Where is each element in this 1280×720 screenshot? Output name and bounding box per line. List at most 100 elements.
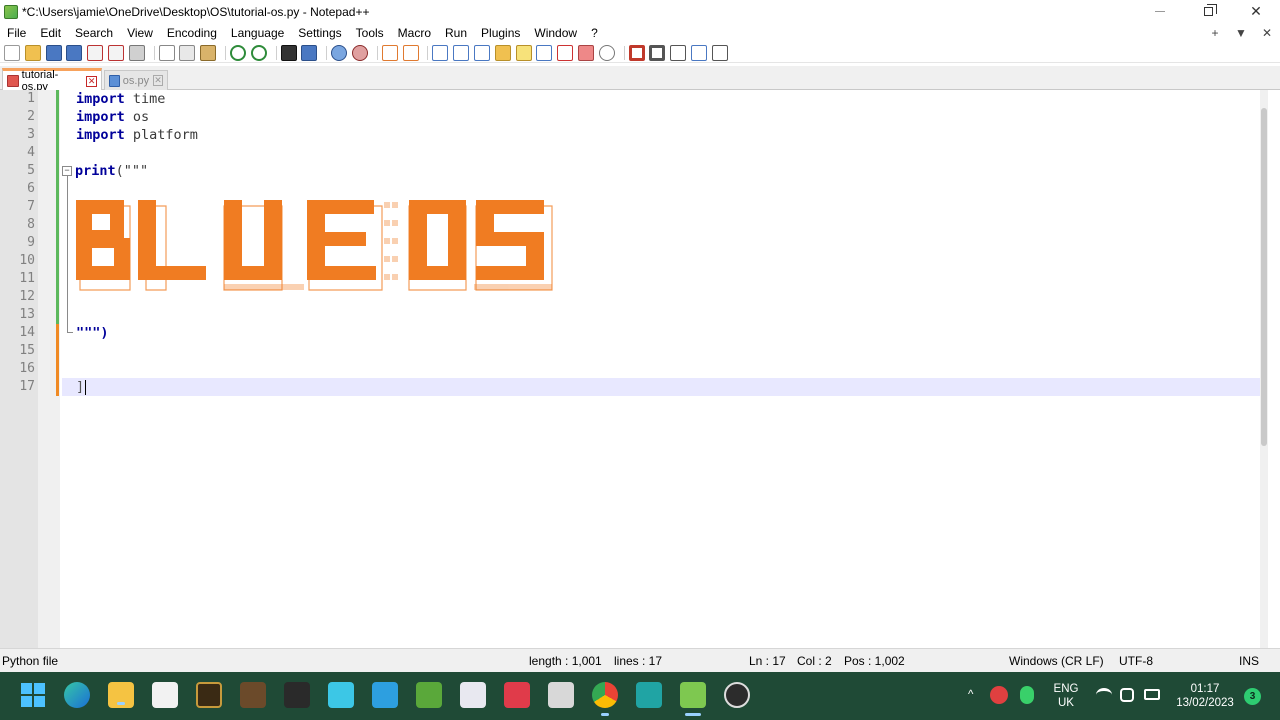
saved-change-marker	[56, 90, 59, 324]
line-number: 16	[19, 361, 35, 376]
menu-file[interactable]: File	[0, 23, 33, 43]
roblox-icon[interactable]	[548, 682, 574, 708]
tray-app-icon[interactable]	[990, 686, 1008, 704]
paste-icon[interactable]	[200, 44, 217, 61]
app-icon-blue[interactable]	[372, 682, 398, 708]
keyboard-layout: UK	[1058, 697, 1074, 709]
menu-plugins[interactable]: Plugins	[474, 23, 527, 43]
chrome-icon[interactable]	[592, 682, 618, 716]
zoom-out-icon[interactable]	[351, 44, 368, 61]
store-icon[interactable]	[152, 682, 178, 708]
editor-area[interactable]: − 1 2 3 4 5 6 7 8 9 10 11 12 13 14 15 16…	[0, 90, 1280, 648]
sync-vertical-icon[interactable]	[381, 44, 398, 61]
run-macro-multiple-icon[interactable]	[690, 44, 707, 61]
scrollbar-thumb[interactable]	[1261, 108, 1267, 446]
save-macro-icon[interactable]	[711, 44, 728, 61]
line-number: 17	[19, 379, 35, 394]
replace-icon[interactable]	[301, 44, 318, 61]
word-wrap-icon[interactable]	[432, 44, 449, 61]
find-icon[interactable]	[280, 44, 297, 61]
clock[interactable]: 01:17 13/02/2023	[1172, 682, 1238, 710]
current-line-highlight	[62, 378, 1260, 396]
stop-record-icon[interactable]	[649, 44, 666, 61]
doc-map-icon[interactable]	[515, 44, 532, 61]
app-icon-cube[interactable]	[284, 682, 310, 708]
menu-run[interactable]: Run	[438, 23, 474, 43]
redo-icon[interactable]	[250, 44, 267, 61]
wifi-icon[interactable]	[1096, 688, 1112, 702]
notification-badge[interactable]: 3	[1244, 688, 1261, 705]
undo-icon[interactable]	[229, 44, 246, 61]
app-icon-form[interactable]	[460, 682, 486, 708]
menu-help[interactable]: ?	[584, 23, 605, 43]
code-text: os	[124, 109, 150, 125]
menu-tools[interactable]: Tools	[349, 23, 391, 43]
app-icon-chest[interactable]	[240, 682, 266, 708]
close-file-icon[interactable]	[87, 44, 104, 61]
tab-tutorial-os[interactable]: tutorial-os.py ✕	[2, 68, 102, 93]
tab-close-icon[interactable]: ✕	[86, 75, 97, 87]
start-icon[interactable]	[20, 682, 46, 708]
tray-chevron-icon[interactable]: ^	[968, 688, 973, 702]
tab-list-icon[interactable]: ▼	[1228, 26, 1254, 40]
monitoring-icon[interactable]	[598, 44, 615, 61]
doc-list-icon[interactable]	[536, 44, 553, 61]
print-icon[interactable]	[128, 44, 145, 61]
edge-icon[interactable]	[64, 682, 90, 708]
sync-horizontal-icon[interactable]	[402, 44, 419, 61]
menu-encoding[interactable]: Encoding	[160, 23, 224, 43]
file-explorer-icon[interactable]	[108, 682, 134, 708]
app-icon-red[interactable]	[504, 682, 530, 708]
battery-icon[interactable]	[1144, 689, 1160, 700]
play-macro-icon[interactable]	[670, 44, 687, 61]
keyword: import	[76, 91, 125, 107]
status-file-type: Python file	[2, 654, 59, 668]
save-all-icon[interactable]	[66, 44, 83, 61]
zoom-in-icon[interactable]	[331, 44, 348, 61]
record-macro-icon[interactable]	[628, 44, 645, 61]
menu-macro[interactable]: Macro	[391, 23, 438, 43]
language-code: ENG	[1053, 683, 1079, 695]
menu-language[interactable]: Language	[224, 23, 291, 43]
open-file-icon[interactable]	[24, 44, 41, 61]
folder-workspace-icon[interactable]	[577, 44, 594, 61]
microphone-icon[interactable]	[1020, 686, 1034, 704]
app-icon-screen[interactable]	[328, 682, 354, 708]
menu-view[interactable]: View	[120, 23, 160, 43]
status-insert-mode: INS	[1239, 654, 1260, 668]
tab-close-icon[interactable]: ✕	[153, 75, 163, 86]
visual-studio-icon[interactable]	[636, 682, 662, 708]
close-doc-icon[interactable]: ✕	[1254, 26, 1280, 40]
show-all-chars-icon[interactable]	[453, 44, 470, 61]
close-all-icon[interactable]	[107, 44, 124, 61]
status-encoding: UTF-8	[1119, 654, 1153, 668]
fold-guide	[67, 176, 68, 332]
tab-os[interactable]: os.py ✕	[104, 70, 168, 90]
new-tab-icon[interactable]: +	[1202, 26, 1228, 40]
function-list-icon[interactable]	[557, 44, 574, 61]
new-file-icon[interactable]	[4, 44, 20, 61]
obs-icon[interactable]	[724, 682, 750, 708]
restore-button[interactable]	[1184, 0, 1232, 23]
code-text: ("""	[115, 163, 149, 179]
minimize-button[interactable]	[1136, 0, 1184, 23]
toolbar-separator	[623, 45, 625, 60]
menu-settings[interactable]: Settings	[291, 23, 348, 43]
minecraft-icon[interactable]	[196, 682, 222, 708]
volume-icon[interactable]	[1120, 688, 1134, 702]
status-ln: Ln : 17	[749, 654, 786, 668]
close-button[interactable]: ✕	[1232, 0, 1280, 23]
menu-edit[interactable]: Edit	[33, 23, 68, 43]
menu-search[interactable]: Search	[68, 23, 120, 43]
udl-icon[interactable]	[494, 44, 511, 61]
save-icon[interactable]	[45, 44, 62, 61]
language-indicator[interactable]: ENG UK	[1048, 682, 1084, 710]
menu-window[interactable]: Window	[527, 23, 584, 43]
notepadpp-icon	[4, 4, 18, 19]
copy-icon[interactable]	[179, 44, 196, 61]
notepadpp-taskbar-icon[interactable]	[680, 682, 706, 716]
cut-icon[interactable]	[158, 44, 175, 61]
indent-guide-icon[interactable]	[473, 44, 490, 61]
fold-toggle-icon[interactable]: −	[62, 166, 72, 176]
minecraft-launcher-icon[interactable]	[416, 682, 442, 708]
